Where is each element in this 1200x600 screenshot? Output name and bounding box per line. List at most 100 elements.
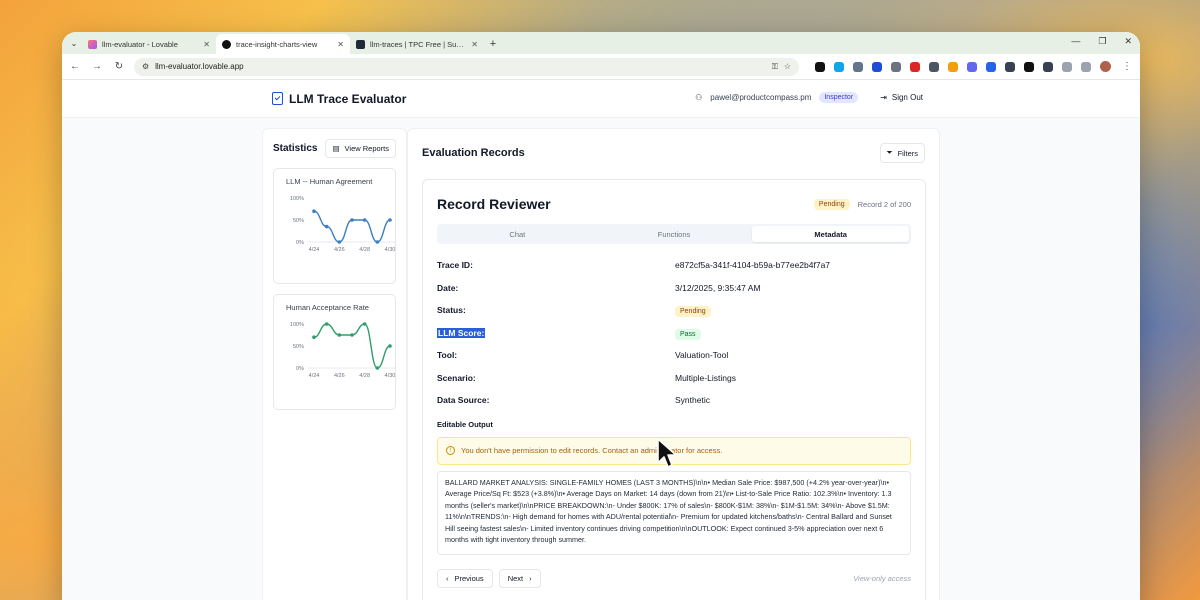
forward-icon[interactable]: → bbox=[90, 61, 104, 72]
tab-search-icon[interactable]: ⌄ bbox=[66, 32, 82, 54]
record-navigation: ‹ Previous Next › View-only access bbox=[437, 568, 911, 588]
record-position: Record 2 of 200 bbox=[857, 199, 911, 209]
role-badge: Inspector bbox=[819, 92, 859, 103]
acceptance-data-point bbox=[337, 333, 342, 337]
agreement-data-point bbox=[337, 240, 342, 244]
close-window-icon[interactable]: ✕ bbox=[1124, 36, 1132, 47]
extension-icon[interactable] bbox=[1024, 61, 1035, 72]
meta-row-status: Status: Pending bbox=[437, 299, 911, 322]
evaluation-records-panel: Evaluation Records ⏷ Filters Record Revi… bbox=[407, 128, 940, 600]
next-button[interactable]: Next › bbox=[498, 568, 541, 588]
meta-row-trace-id: Trace ID: e872cf5a-341f-4104-b59a-b77ee2… bbox=[437, 260, 831, 271]
filters-button[interactable]: ⏷ Filters bbox=[879, 143, 925, 163]
tab-functions[interactable]: Functions bbox=[596, 226, 753, 242]
user-email: pawel@productcompass.pm bbox=[710, 93, 812, 102]
meta-row-scenario: Scenario: Multiple-Listings bbox=[437, 372, 736, 383]
statistics-title: Statistics bbox=[273, 143, 318, 154]
user-icon: ⚇ bbox=[695, 93, 703, 102]
close-tab-icon[interactable]: ✕ bbox=[471, 40, 478, 49]
agreement-data-point bbox=[388, 218, 392, 222]
browser-tab-trace-insight[interactable]: trace-insight-charts-view ✕ bbox=[216, 34, 350, 54]
acceptance-y-tick: 50% bbox=[293, 344, 304, 350]
minimize-icon[interactable]: — bbox=[1071, 36, 1080, 47]
user-area: ⚇ pawel@productcompass.pm Inspector ⇥ Si… bbox=[695, 92, 923, 103]
supabase-favicon-icon bbox=[356, 39, 365, 49]
acceptance-x-tick: 4/26 bbox=[334, 373, 345, 379]
meta-row-tool: Tool: Valuation-Tool bbox=[437, 350, 729, 361]
tab-chat[interactable]: Chat bbox=[439, 226, 596, 242]
extension-icon[interactable] bbox=[929, 61, 940, 72]
brand[interactable]: LLM Trace Evaluator bbox=[272, 92, 406, 106]
alert-circle-icon: ! bbox=[446, 446, 455, 455]
key-icon[interactable]: ⚿ bbox=[772, 62, 778, 72]
acceptance-y-tick: 0% bbox=[296, 366, 304, 372]
window-controls: — ❐ ✕ bbox=[1071, 36, 1132, 47]
agreement-y-tick: 100% bbox=[290, 196, 304, 202]
app-header: LLM Trace Evaluator ⚇ pawel@productcompa… bbox=[62, 80, 1140, 118]
extension-icon[interactable] bbox=[815, 61, 826, 72]
agreement-y-tick: 0% bbox=[296, 240, 304, 246]
sign-out-icon: ⇥ bbox=[880, 93, 887, 102]
extension-icon[interactable] bbox=[891, 61, 902, 72]
extension-icon[interactable] bbox=[948, 61, 959, 72]
maximize-icon[interactable]: ❐ bbox=[1098, 36, 1106, 47]
site-info-icon[interactable]: ⚙ bbox=[142, 62, 149, 71]
extension-icon[interactable] bbox=[1043, 61, 1054, 72]
extension-icon[interactable] bbox=[853, 61, 864, 72]
github-favicon-icon bbox=[222, 39, 231, 49]
agreement-x-tick: 4/26 bbox=[334, 247, 345, 253]
clipboard-check-icon bbox=[272, 92, 283, 105]
tab-metadata[interactable]: Metadata bbox=[752, 226, 910, 242]
browser-tab-supabase[interactable]: llm-traces | TPC Free | Supabase ✕ bbox=[350, 34, 484, 54]
acceptance-x-tick: 4/30 bbox=[385, 373, 396, 379]
acceptance-data-point bbox=[324, 322, 329, 326]
meta-row-data-source: Data Source: Synthetic bbox=[437, 395, 710, 406]
agreement-y-tick: 50% bbox=[293, 218, 304, 224]
status-value-badge: Pending bbox=[675, 306, 711, 318]
sign-out-button[interactable]: ⇥ Sign Out bbox=[880, 93, 923, 102]
trace-id-value: e872cf5a-341f-4104-b59a-b77ee2b4f7a7 bbox=[675, 260, 831, 271]
acceptance-y-tick: 100% bbox=[290, 322, 304, 328]
status-badge: Pending bbox=[813, 198, 850, 210]
agreement-data-point bbox=[324, 224, 329, 229]
lovable-favicon-icon bbox=[88, 39, 97, 49]
agreement-chart: 100% 50% 0% 4/24 4/26 4/28 4/30 bbox=[290, 196, 396, 253]
scenario-value: Multiple-Listings bbox=[675, 372, 736, 383]
bookmark-star-icon[interactable]: ☆ bbox=[784, 62, 791, 71]
extension-icon[interactable] bbox=[834, 61, 845, 72]
url-field[interactable]: ⚙ llm-evaluator.lovable.app ⚿ ☆ bbox=[133, 57, 800, 76]
output-textarea[interactable]: BALLARD MARKET ANALYSIS: SINGLE-FAMILY H… bbox=[437, 470, 911, 555]
extension-icon[interactable] bbox=[967, 61, 978, 72]
extension-icon[interactable] bbox=[910, 61, 921, 72]
profile-avatar[interactable] bbox=[1100, 61, 1112, 72]
extension-icon[interactable] bbox=[872, 61, 883, 72]
page-content: Statistics ▤ View Reports LLM -- Human A… bbox=[62, 118, 1140, 600]
acceptance-data-point bbox=[312, 335, 316, 339]
chevron-right-icon: › bbox=[529, 573, 532, 583]
extension-icon[interactable] bbox=[1005, 61, 1016, 72]
agreement-chart-title: LLM -- Human Agreement bbox=[286, 177, 373, 186]
tool-value: Valuation-Tool bbox=[675, 350, 729, 361]
close-tab-icon[interactable]: ✕ bbox=[203, 40, 210, 49]
agreement-x-tick: 4/24 bbox=[309, 247, 320, 253]
agreement-x-tick: 4/28 bbox=[359, 247, 370, 253]
close-tab-icon[interactable]: ✕ bbox=[337, 40, 344, 49]
browser-tab-lovable[interactable]: llm-evaluator - Lovable ✕ bbox=[82, 34, 216, 54]
filter-funnel-icon: ⏷ bbox=[886, 148, 893, 157]
metadata-list: Trace ID: e872cf5a-341f-4104-b59a-b77ee2… bbox=[437, 254, 911, 412]
reload-icon[interactable]: ↻ bbox=[112, 61, 126, 72]
extensions-row: ⋮ bbox=[815, 61, 1134, 72]
address-bar: ← → ↻ ⚙ llm-evaluator.lovable.app ⚿ ☆ ⋮ bbox=[62, 54, 1140, 80]
menu-kebab-icon[interactable]: ⋮ bbox=[1120, 61, 1134, 72]
acceptance-x-tick: 4/28 bbox=[359, 373, 370, 379]
view-reports-button[interactable]: ▤ View Reports bbox=[325, 139, 396, 158]
back-icon[interactable]: ← bbox=[68, 61, 82, 72]
record-reviewer-title: Record Reviewer bbox=[437, 196, 551, 212]
previous-button[interactable]: ‹ Previous bbox=[437, 568, 493, 588]
puzzle-extensions-icon[interactable] bbox=[1062, 61, 1073, 72]
agreement-data-point bbox=[350, 218, 354, 222]
extension-icon[interactable] bbox=[986, 61, 997, 72]
agreement-x-tick: 4/30 bbox=[385, 247, 396, 253]
new-tab-icon[interactable]: + bbox=[484, 34, 502, 54]
sidebar-icon[interactable] bbox=[1081, 61, 1092, 72]
